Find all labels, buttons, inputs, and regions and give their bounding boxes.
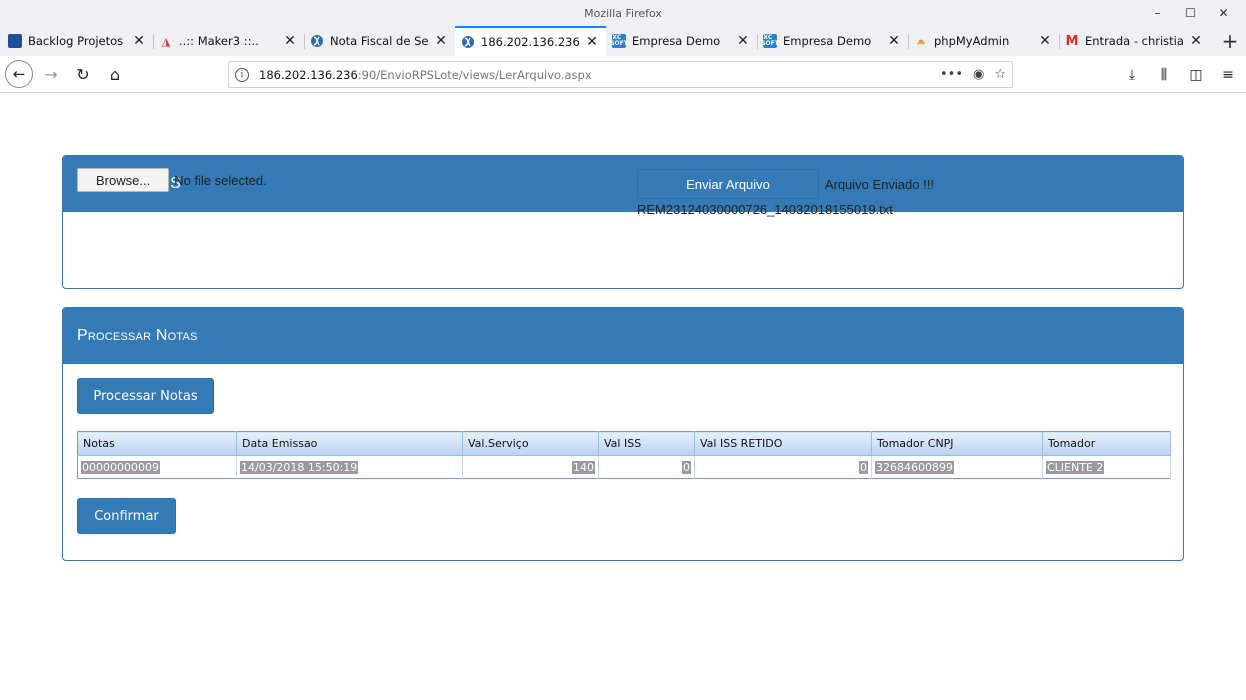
tab-phpmyadmin[interactable]: ⩕ phpMyAdmin ✕: [908, 26, 1059, 56]
backlog-favicon-icon: [8, 34, 22, 48]
cell-data-emissao[interactable]: 14/03/2018 15:50:19: [236, 455, 463, 479]
tab-close-icon[interactable]: ✕: [735, 33, 751, 49]
tab-strip: Backlog Projetos 0 ✕ ◮ ..:: Maker3 ::.. …: [0, 26, 1246, 56]
cell-notas[interactable]: 00000000009: [77, 455, 237, 479]
tab-nota-fiscal[interactable]: Nota Fiscal de Serv ✕: [304, 26, 455, 56]
cell-value: 00000000009: [81, 460, 160, 474]
more-actions-icon[interactable]: •••: [940, 67, 963, 82]
tab-label: phpMyAdmin: [934, 34, 1010, 48]
cell-value: 0: [682, 460, 691, 474]
tab-close-icon[interactable]: ✕: [584, 34, 600, 50]
minimize-button[interactable]: –: [1141, 0, 1174, 26]
process-notes-panel: Processar Notas Processar Notas Notas Da…: [62, 307, 1184, 561]
tab-label: 186.202.136.236:9: [481, 35, 580, 49]
tab-gmail-inbox[interactable]: M Entrada - christian ✕: [1059, 26, 1210, 56]
window-controls: – ☐ ✕: [1141, 0, 1240, 26]
column-header-val-iss-retido[interactable]: Val ISS RETIDO: [694, 431, 872, 456]
tab-label: Empresa Demo: [783, 34, 872, 48]
url-host: 186.202.136.236: [259, 67, 358, 82]
process-notes-button[interactable]: Processar Notas: [77, 378, 214, 414]
info-icon[interactable]: i: [235, 67, 249, 82]
tab-label: Nota Fiscal de Serv: [330, 34, 429, 48]
cell-value: 140: [572, 460, 595, 474]
new-tab-button[interactable]: +: [1216, 26, 1244, 56]
phpmyadmin-favicon-icon: ⩕: [917, 35, 925, 47]
send-area: Enviar Arquivo Arquivo Enviado !!! REM23…: [637, 169, 1117, 217]
file-input: Browse... No file selected.: [77, 168, 267, 192]
column-header-notas[interactable]: Notas: [77, 431, 237, 456]
url-text[interactable]: 186.202.136.236:90/EnvioRPSLote/views/Le…: [259, 68, 940, 82]
url-bar[interactable]: i 186.202.136.236:90/EnvioRPSLote/views/…: [228, 61, 1013, 88]
cell-val-iss-retido[interactable]: 0: [694, 455, 872, 479]
pocket-icon[interactable]: ◉: [973, 67, 984, 82]
file-status-text: No file selected.: [174, 172, 267, 188]
tab-current-page[interactable]: 186.202.136.236:9 ✕: [455, 26, 606, 56]
downloads-icon[interactable]: ⤓: [1118, 61, 1146, 88]
tab-maker3[interactable]: ◮ ..:: Maker3 ::.. ✕: [153, 26, 304, 56]
tab-close-icon[interactable]: ✕: [1037, 33, 1053, 49]
ixc-favicon-icon: IXC SOFT: [610, 34, 628, 48]
cell-tomador-cnpj[interactable]: 32684600899: [871, 455, 1043, 479]
tab-close-icon[interactable]: ✕: [886, 33, 902, 49]
maximize-button[interactable]: ☐: [1174, 0, 1207, 26]
cell-tomador[interactable]: CLIENTE 2: [1042, 455, 1171, 479]
home-button[interactable]: ⌂: [101, 60, 129, 88]
tab-backlog[interactable]: Backlog Projetos 0 ✕: [2, 26, 153, 56]
table-row[interactable]: 00000000009 14/03/2018 15:50:19 140 0 0 …: [77, 455, 1171, 479]
tab-label: Backlog Projetos 0: [28, 34, 127, 48]
browse-button[interactable]: Browse...: [77, 168, 170, 192]
tab-label: Empresa Demo: [632, 34, 721, 48]
cell-value: 32684600899: [875, 460, 954, 474]
column-header-val-iss[interactable]: Val ISS: [598, 431, 695, 456]
window-titlebar: Mozilla Firefox – ☐ ✕: [0, 0, 1246, 26]
cell-val-iss[interactable]: 0: [598, 455, 695, 479]
globe-favicon-icon: [310, 34, 324, 48]
ixc-favicon-icon: IXC SOFT: [761, 34, 779, 48]
tab-close-icon[interactable]: ✕: [1188, 33, 1204, 49]
sent-file-name: REM23124030000726_14032018155019.txt: [637, 202, 893, 217]
send-status-message: Arquivo Enviado !!!: [824, 176, 934, 192]
tab-close-icon[interactable]: ✕: [433, 33, 449, 49]
window-title: Mozilla Firefox: [584, 6, 662, 20]
back-button[interactable]: ←: [5, 60, 33, 88]
notes-table: Notas Data Emissao Val.Serviço Val ISS V…: [77, 431, 1171, 479]
library-icon[interactable]: ⫼: [1150, 61, 1178, 88]
tab-close-icon[interactable]: ✕: [282, 33, 298, 49]
toolbar-right: ⤓ ⫼ ◫ ≡: [1118, 61, 1242, 88]
cell-value: CLIENTE 2: [1046, 460, 1105, 474]
column-header-data-emissao[interactable]: Data Emissao: [236, 431, 463, 456]
page-content: Enviar de RPS Browse... No file selected…: [0, 93, 1246, 700]
globe-favicon-icon: [461, 35, 475, 49]
cell-value: 14/03/2018 15:50:19: [240, 460, 359, 474]
url-path: :90/EnvioRPSLote/views/LerArquivo.aspx: [357, 67, 592, 82]
navigation-toolbar: ← → ↻ ⌂ i 186.202.136.236:90/EnvioRPSLot…: [0, 56, 1246, 93]
send-rps-panel: Enviar de RPS Browse... No file selected…: [62, 155, 1184, 289]
tab-label: ..:: Maker3 ::..: [179, 34, 259, 48]
page-actions: ••• ◉ ☆: [940, 67, 1006, 82]
cell-value: 0: [859, 460, 868, 474]
send-file-button[interactable]: Enviar Arquivo: [637, 169, 819, 199]
column-header-tomador[interactable]: Tomador: [1042, 431, 1171, 456]
tab-label: Entrada - christian: [1085, 34, 1184, 48]
maker-favicon-icon: ◮: [161, 34, 171, 48]
menu-icon[interactable]: ≡: [1214, 61, 1242, 88]
process-notes-panel-title: Processar Notas: [63, 308, 1183, 364]
forward-button[interactable]: →: [37, 60, 65, 88]
bookmark-star-icon[interactable]: ☆: [994, 67, 1006, 82]
cell-val-servico[interactable]: 140: [462, 455, 599, 479]
tab-close-icon[interactable]: ✕: [131, 33, 147, 49]
sidebar-icon[interactable]: ◫: [1182, 61, 1210, 88]
close-window-button[interactable]: ✕: [1207, 0, 1240, 26]
confirm-button[interactable]: Confirmar: [77, 498, 176, 534]
gmail-favicon-icon: M: [1065, 33, 1079, 49]
tab-empresa-demo-1[interactable]: IXC SOFT Empresa Demo ✕: [606, 26, 757, 56]
reload-button[interactable]: ↻: [69, 60, 97, 88]
column-header-tomador-cnpj[interactable]: Tomador CNPJ: [871, 431, 1043, 456]
table-header-row: Notas Data Emissao Val.Serviço Val ISS V…: [77, 431, 1171, 456]
column-header-val-servico[interactable]: Val.Serviço: [462, 431, 599, 456]
tab-empresa-demo-2[interactable]: IXC SOFT Empresa Demo ✕: [757, 26, 908, 56]
